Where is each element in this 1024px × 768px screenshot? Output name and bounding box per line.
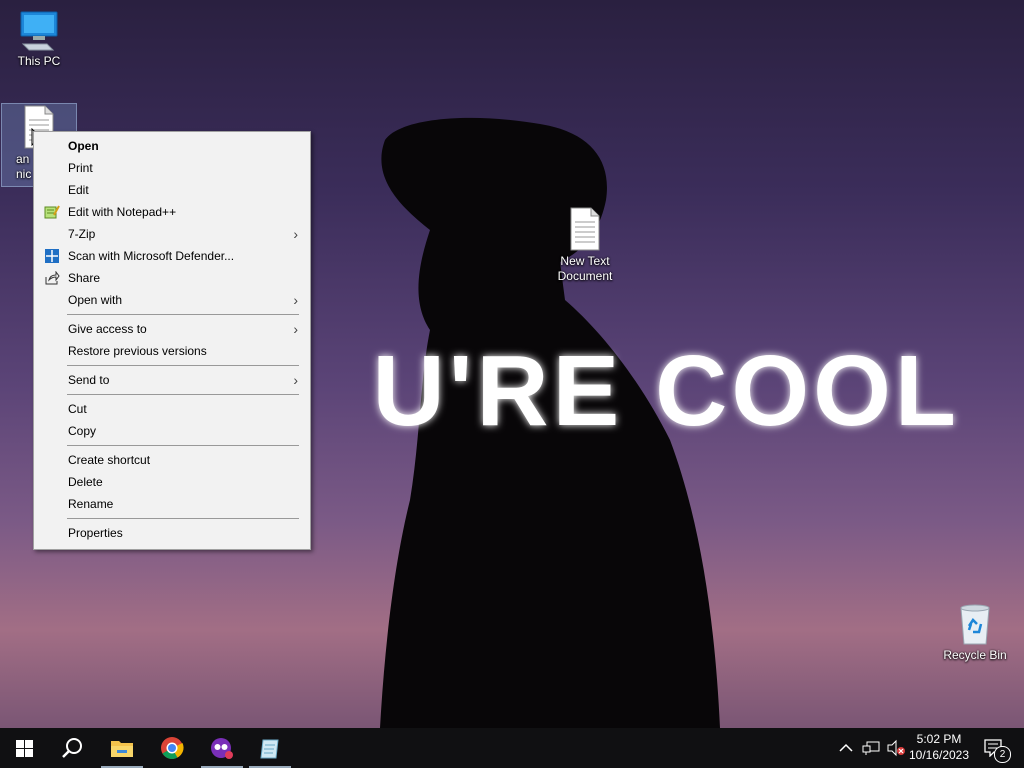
context-menu: Open Print Edit Edit with Notepad++ 7-Zi… <box>33 131 311 550</box>
desktop-icon-label: This PC <box>17 54 61 68</box>
menu-item-7zip[interactable]: 7-Zip › <box>36 223 308 245</box>
taskbar-file-explorer[interactable] <box>98 728 146 768</box>
notepad-plus-plus-icon <box>44 205 60 219</box>
menu-item-edit[interactable]: Edit <box>36 179 308 201</box>
system-clock[interactable]: 5:02 PM 10/16/2023 <box>906 731 972 763</box>
menu-separator <box>67 394 299 395</box>
menu-item-cut[interactable]: Cut <box>36 398 308 420</box>
desktop-icon-label: New Text <box>560 254 610 268</box>
desktop-icon-recycle-bin[interactable]: Recycle Bin <box>938 602 1012 663</box>
desktop-icon-this-pc[interactable]: This PC <box>2 8 76 69</box>
menu-item-rename[interactable]: Rename <box>36 493 308 515</box>
wallpaper-text: U'RE COOL <box>372 335 960 447</box>
desktop-icon-new-text-document[interactable]: New Text Document <box>548 206 622 284</box>
search-button[interactable] <box>48 728 96 768</box>
clock-date: 10/16/2023 <box>908 748 970 762</box>
chevron-right-icon: › <box>293 292 298 308</box>
menu-item-share[interactable]: Share <box>36 267 308 289</box>
menu-item-copy[interactable]: Copy <box>36 420 308 442</box>
start-button[interactable] <box>0 728 48 768</box>
menu-item-properties[interactable]: Properties <box>36 522 308 544</box>
notification-count-badge: 2 <box>994 746 1011 763</box>
chevron-right-icon: › <box>293 372 298 388</box>
desktop-icon-label: Recycle Bin <box>943 648 1007 662</box>
taskbar: 5:02 PM 10/16/2023 2 <box>0 728 1024 768</box>
notification-center-button[interactable]: 2 <box>976 728 1024 768</box>
chrome-icon <box>161 737 184 759</box>
recycle-bin-icon <box>960 604 990 645</box>
text-document-icon <box>570 207 600 251</box>
menu-separator <box>67 314 299 315</box>
chevron-right-icon: › <box>293 226 298 242</box>
volume-muted-icon[interactable] <box>886 739 906 757</box>
menu-item-scan-defender[interactable]: Scan with Microsoft Defender... <box>36 245 308 267</box>
defender-shield-icon <box>45 249 59 263</box>
menu-item-edit-with-notepad[interactable]: Edit with Notepad++ <box>36 201 308 223</box>
chevron-right-icon: › <box>293 321 298 337</box>
clock-time: 5:02 PM <box>916 732 962 746</box>
menu-item-delete[interactable]: Delete <box>36 471 308 493</box>
menu-separator <box>67 445 299 446</box>
taskbar-app-purple[interactable] <box>198 728 246 768</box>
menu-separator <box>67 518 299 519</box>
menu-separator <box>67 365 299 366</box>
app-icon <box>211 738 233 759</box>
network-icon[interactable] <box>862 740 880 756</box>
taskbar-notepad[interactable] <box>246 728 294 768</box>
menu-item-give-access-to[interactable]: Give access to › <box>36 318 308 340</box>
menu-item-create-shortcut[interactable]: Create shortcut <box>36 449 308 471</box>
menu-item-restore-previous-versions[interactable]: Restore previous versions <box>36 340 308 362</box>
search-icon <box>62 738 82 758</box>
computer-icon <box>20 11 58 51</box>
windows-logo-icon <box>16 740 33 757</box>
desktop-icon-label: Document <box>557 269 613 283</box>
share-icon <box>45 271 60 285</box>
folder-icon <box>111 741 133 757</box>
notepad-icon <box>260 739 279 759</box>
menu-item-print[interactable]: Print <box>36 157 308 179</box>
menu-item-open-with[interactable]: Open with › <box>36 289 308 311</box>
menu-item-send-to[interactable]: Send to › <box>36 369 308 391</box>
taskbar-chrome[interactable] <box>148 728 196 768</box>
chevron-up-icon[interactable] <box>838 741 854 755</box>
menu-item-open[interactable]: Open <box>36 135 308 157</box>
